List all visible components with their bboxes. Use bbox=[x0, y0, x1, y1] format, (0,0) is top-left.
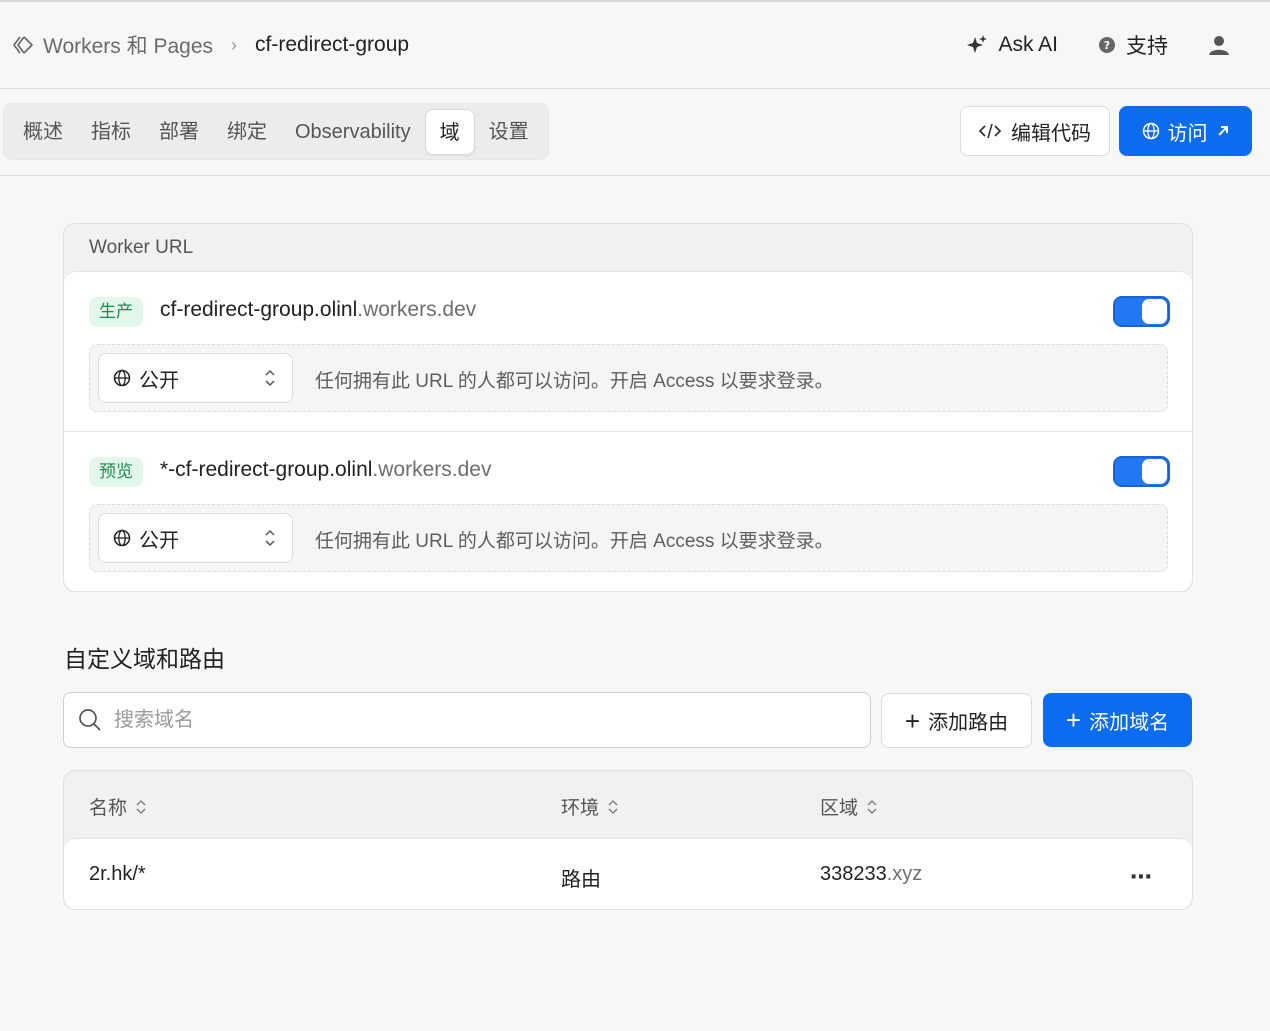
tab-0[interactable]: 概述 bbox=[9, 109, 77, 155]
arrow-up-right-icon bbox=[1217, 126, 1228, 136]
support-button[interactable]: ? 支持 bbox=[1098, 30, 1168, 60]
access-select-value: 公开 bbox=[139, 369, 179, 392]
page-header: Workers 和 Pages › cf-redirect-group Ask … bbox=[0, 2, 1270, 89]
add-domain-button[interactable]: + 添加域名 bbox=[1043, 693, 1192, 747]
ask-ai-button[interactable]: Ask AI bbox=[966, 33, 1058, 57]
access-panel: 公开 任何拥有此 URL 的人都可以访问。开启 Access 以要求登录。 bbox=[89, 344, 1168, 412]
sort-icon bbox=[608, 799, 618, 814]
column-env-label: 环境 bbox=[561, 798, 600, 819]
url-host: *-cf-redirect-group.olinl bbox=[160, 458, 373, 481]
cell-zone: 338233.xyz bbox=[820, 863, 922, 886]
globe-icon bbox=[113, 369, 131, 387]
add-route-button[interactable]: + 添加路由 bbox=[881, 693, 1032, 748]
env-badge: 生产 bbox=[89, 297, 143, 327]
production-url-toggle[interactable] bbox=[1113, 296, 1170, 327]
help-circle-icon: ? bbox=[1099, 37, 1115, 53]
edit-code-label: 编辑代码 bbox=[1011, 122, 1091, 145]
tabs: 概述 指标 部署 绑定 Observability 域设置 bbox=[3, 103, 549, 160]
visit-button[interactable]: 访问 bbox=[1119, 106, 1252, 156]
worker-url-production: 生产 cf-redirect-group.olinl.workers.dev 公… bbox=[64, 272, 1192, 432]
tab-bar: 概述 指标 部署 绑定 Observability 域设置 编辑代码 访问 bbox=[0, 89, 1270, 176]
access-panel: 公开 任何拥有此 URL 的人都可以访问。开启 Access 以要求登录。 bbox=[89, 504, 1168, 572]
column-header-name[interactable]: 名称 bbox=[89, 793, 146, 820]
globe-icon bbox=[113, 529, 131, 547]
breadcrumb-root[interactable]: Workers 和 Pages bbox=[43, 30, 213, 60]
access-select[interactable]: 公开 bbox=[98, 513, 293, 563]
tab-4[interactable]: Observability bbox=[281, 109, 425, 155]
access-description: 任何拥有此 URL 的人都可以访问。开启 Access 以要求登录。 bbox=[315, 371, 834, 392]
env-badge: 预览 bbox=[89, 457, 143, 487]
custom-domains-title: 自定义域和路由 bbox=[64, 646, 225, 672]
toggle-knob bbox=[1142, 299, 1167, 324]
domain-search[interactable] bbox=[63, 692, 871, 748]
preview-url-toggle[interactable] bbox=[1113, 456, 1170, 487]
header-actions: Ask AI ? 支持 bbox=[966, 30, 1240, 60]
updown-chevron-icon bbox=[265, 529, 275, 547]
worker-url-card: Worker URL 生产 cf-redirect-group.olinl.wo… bbox=[63, 223, 1193, 592]
sparkle-icon bbox=[967, 35, 988, 53]
sort-icon bbox=[867, 799, 877, 814]
domains-table: 名称 环境 区域 2r.hk/* 路由 338233.xyz ⋯ bbox=[63, 770, 1193, 910]
worker-url-preview: 预览 *-cf-redirect-group.olinl.workers.dev… bbox=[64, 432, 1192, 592]
plus-icon: + bbox=[904, 705, 921, 736]
column-zone-label: 区域 bbox=[820, 798, 859, 819]
tab-5[interactable]: 域 bbox=[424, 108, 475, 155]
chevron-right-icon: › bbox=[231, 34, 237, 55]
code-icon bbox=[979, 123, 1001, 139]
cell-env: 路由 bbox=[561, 869, 601, 891]
user-icon bbox=[1209, 36, 1229, 55]
zone-main: 338233 bbox=[820, 863, 887, 885]
cell-name: 2r.hk/* bbox=[89, 863, 146, 885]
access-select-value: 公开 bbox=[139, 529, 179, 552]
column-name-label: 名称 bbox=[89, 798, 128, 819]
column-header-env[interactable]: 环境 bbox=[561, 793, 618, 820]
search-icon bbox=[79, 709, 101, 731]
tab-6[interactable]: 设置 bbox=[475, 109, 543, 155]
tab-2[interactable]: 部署 bbox=[145, 109, 213, 155]
zone-suffix: .xyz bbox=[886, 863, 923, 885]
add-domain-label: 添加域名 bbox=[1089, 711, 1170, 734]
toggle-knob bbox=[1142, 459, 1167, 484]
table-row[interactable]: 2r.hk/* 路由 338233.xyz ⋯ bbox=[64, 838, 1192, 909]
add-route-label: 添加路由 bbox=[928, 712, 1009, 734]
worker-url-list: 生产 cf-redirect-group.olinl.workers.dev 公… bbox=[64, 271, 1192, 591]
svg-text:?: ? bbox=[1104, 39, 1110, 52]
support-label: 支持 bbox=[1126, 35, 1168, 58]
ask-ai-label: Ask AI bbox=[998, 33, 1058, 56]
sort-icon bbox=[136, 799, 146, 814]
updown-chevron-icon bbox=[265, 369, 275, 387]
url-suffix: .workers.dev bbox=[372, 458, 492, 481]
url-host: cf-redirect-group.olinl bbox=[160, 298, 358, 321]
tab-1[interactable]: 指标 bbox=[77, 109, 145, 155]
access-select[interactable]: 公开 bbox=[98, 353, 293, 403]
tab-3[interactable]: 绑定 bbox=[213, 109, 281, 155]
url-suffix: .workers.dev bbox=[357, 298, 477, 321]
search-input[interactable] bbox=[114, 708, 814, 732]
edit-code-button[interactable]: 编辑代码 bbox=[960, 106, 1110, 156]
access-description: 任何拥有此 URL 的人都可以访问。开启 Access 以要求登录。 bbox=[315, 531, 834, 552]
workers-logo-icon bbox=[13, 36, 33, 54]
more-icon[interactable]: ⋯ bbox=[1130, 864, 1153, 890]
worker-url-text[interactable]: cf-redirect-group.olinl.workers.dev bbox=[160, 298, 476, 322]
globe-icon bbox=[1142, 122, 1159, 140]
worker-url-title: Worker URL bbox=[89, 237, 194, 258]
breadcrumb: Workers 和 Pages › cf-redirect-group bbox=[12, 30, 409, 60]
worker-url-text[interactable]: *-cf-redirect-group.olinl.workers.dev bbox=[160, 458, 491, 482]
visit-label: 访问 bbox=[1167, 122, 1208, 145]
breadcrumb-current: cf-redirect-group bbox=[255, 33, 410, 56]
user-menu-button[interactable] bbox=[1208, 34, 1240, 56]
plus-icon: + bbox=[1065, 705, 1082, 735]
column-header-zone[interactable]: 区域 bbox=[820, 793, 877, 820]
